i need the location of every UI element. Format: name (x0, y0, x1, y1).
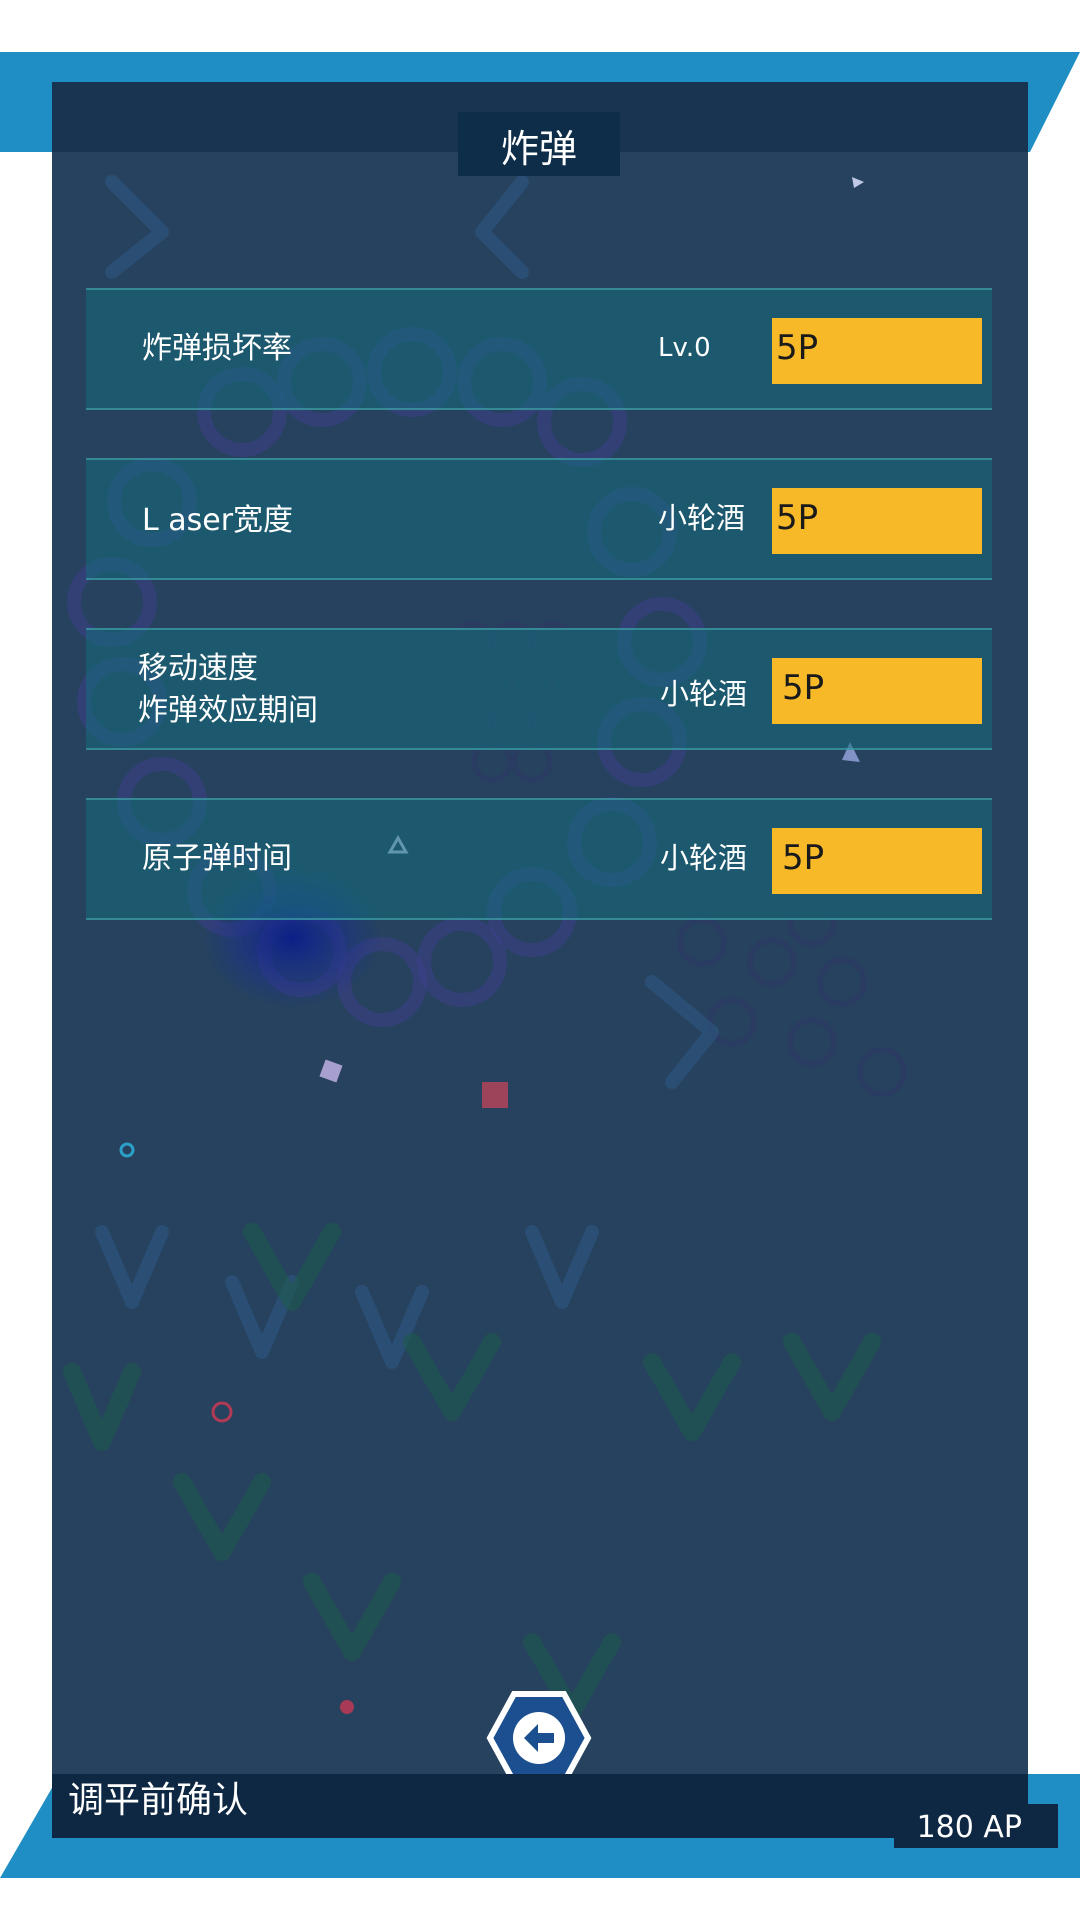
back-button[interactable] (486, 1690, 592, 1786)
upgrade-cost-button[interactable]: 5P (772, 318, 982, 384)
footer-title: 调平前确认 (68, 1780, 249, 1821)
arrow-left-icon (486, 1691, 592, 1785)
upgrade-row-laser-width: L aser宽度 小轮酒 5P (86, 458, 992, 580)
upgrade-row-bomb-damage: 炸弹损坏率 Lv.0 5P (86, 288, 992, 410)
upgrade-label-line2: 炸弹效应期间 (138, 693, 318, 728)
ap-count: 180 AP (916, 1810, 1022, 1845)
upgrade-label: 原子弹时间 (142, 841, 292, 876)
upgrade-row-atomic-bomb-time: 原子弹时间 小轮酒 5P (86, 798, 992, 920)
upgrade-label: 炸弹损坏率 (142, 331, 292, 366)
upgrade-cost-button[interactable]: 5P (772, 488, 982, 554)
upgrade-cost-button[interactable]: 5P (772, 828, 982, 894)
upgrade-label-line1: 移动速度 (138, 651, 258, 686)
upgrade-row-move-speed: 移动速度 炸弹效应期间 小轮酒 5P (86, 628, 992, 750)
upgrade-label: L aser宽度 (142, 503, 294, 538)
upgrade-cost-button[interactable]: 5P (772, 658, 982, 724)
page-title: 炸弹 (500, 127, 577, 171)
game-screen: 炸弹 炸弹损坏率 Lv.0 5P L aser宽度 小轮酒 5P 移动速度 炸弹… (0, 0, 1080, 1920)
